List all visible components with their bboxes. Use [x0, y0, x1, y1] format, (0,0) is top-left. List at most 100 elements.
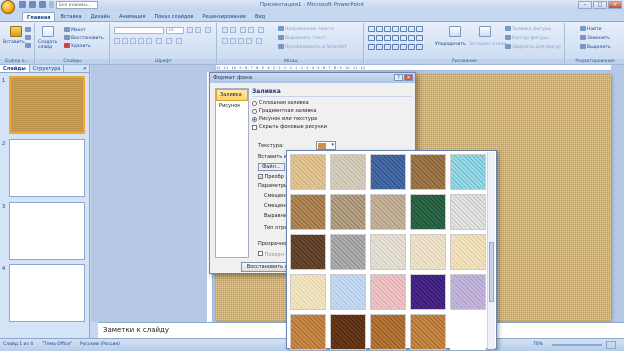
line-spacing-button[interactable] [258, 27, 264, 33]
reset-button[interactable]: Восстановить [64, 35, 104, 42]
select-button[interactable]: Выделить [580, 44, 611, 51]
slide-thumbnail-1[interactable] [9, 76, 85, 134]
case-button[interactable] [166, 38, 172, 44]
shapes-gallery[interactable] [368, 26, 426, 52]
shape-icon[interactable] [376, 26, 383, 32]
columns-button[interactable] [256, 38, 262, 44]
zoom-level[interactable]: 70% [533, 342, 543, 347]
shape-icon[interactable] [416, 44, 423, 50]
align-left-button[interactable] [222, 38, 228, 44]
radio-button[interactable] [252, 100, 257, 106]
texture-blank[interactable] [450, 314, 486, 350]
new-slide-button[interactable]: Создать слайд [38, 40, 62, 50]
shape-icon[interactable] [384, 35, 391, 41]
texture-bouquet[interactable] [450, 274, 486, 310]
bullets-button[interactable] [222, 27, 228, 33]
numbering-button[interactable] [230, 27, 236, 33]
slide-thumbnail-3[interactable] [9, 202, 85, 260]
radio-button[interactable] [252, 116, 257, 122]
checkbox[interactable]: ✓ [258, 174, 263, 179]
texture-dropdown[interactable]: ▾ [316, 141, 336, 150]
shadow-button[interactable] [146, 38, 152, 44]
shape-effects-button[interactable]: Эффекты для фигур [505, 44, 561, 51]
solid-fill-option[interactable]: Сплошная заливка [252, 99, 412, 107]
shape-icon[interactable] [408, 44, 415, 50]
tab-slides[interactable]: Слайды [0, 65, 30, 72]
nav-picture[interactable]: Рисунок [216, 101, 248, 111]
align-center-button[interactable] [230, 38, 236, 44]
font-size-combo[interactable]: 18 [166, 27, 184, 34]
shape-icon[interactable] [368, 44, 375, 50]
clear-format-button[interactable] [205, 27, 211, 33]
slide-thumbnail-2[interactable] [9, 139, 85, 197]
underline-button[interactable] [130, 38, 136, 44]
shape-icon[interactable] [392, 26, 399, 32]
texture-sand[interactable] [370, 194, 406, 230]
layout-button[interactable]: Макет [64, 27, 86, 34]
texture-pink-tissue[interactable] [370, 274, 406, 310]
shape-icon[interactable] [376, 35, 383, 41]
shape-icon[interactable] [408, 35, 415, 41]
texture-green-marble[interactable] [410, 194, 446, 230]
fit-window-icon[interactable] [606, 341, 616, 349]
texture-white-marble[interactable] [450, 194, 486, 230]
texture-paper-bag[interactable] [290, 194, 326, 230]
texture-papyrus[interactable] [290, 154, 326, 190]
shape-icon[interactable] [384, 26, 391, 32]
texture-granite[interactable] [330, 234, 366, 270]
decrease-indent-button[interactable] [240, 27, 246, 33]
texture-brown-marble[interactable] [290, 234, 326, 270]
shape-icon[interactable] [376, 44, 383, 50]
shape-icon[interactable] [416, 35, 423, 41]
hide-background-option[interactable]: Скрыть фоновые рисунки [252, 123, 412, 131]
cut-icon[interactable] [25, 27, 31, 32]
shape-fill-button[interactable]: Заливка фигуры [505, 26, 551, 33]
close-pane-icon[interactable]: × [83, 65, 87, 73]
gradient-fill-option[interactable]: Градиентная заливка [252, 107, 412, 115]
delete-slide-button[interactable]: Удалить [64, 43, 91, 50]
texture-walnut[interactable] [330, 314, 366, 350]
picture-texture-option[interactable]: Рисунок или текстура [252, 115, 412, 123]
font-name-combo[interactable] [114, 27, 164, 34]
arrange-button[interactable]: Упорядочить [435, 42, 466, 48]
texture-oak[interactable] [370, 314, 406, 350]
shape-icon[interactable] [392, 35, 399, 41]
shape-icon[interactable] [400, 44, 407, 50]
texture-purple-mesh[interactable] [410, 274, 446, 310]
quick-styles-button[interactable]: Экспресс-стили [469, 42, 506, 48]
align-text-button[interactable]: Выровнять текст [278, 35, 325, 42]
shape-icon[interactable] [400, 26, 407, 32]
copy-icon[interactable] [25, 35, 31, 40]
paste-button[interactable]: Вставить [3, 40, 25, 46]
increase-indent-button[interactable] [248, 27, 254, 33]
texture-newsprint[interactable] [370, 234, 406, 270]
minimize-button[interactable]: – [578, 1, 592, 9]
shape-icon[interactable] [408, 26, 415, 32]
texture-parchment[interactable] [450, 234, 486, 270]
slide-thumbnail-4[interactable] [9, 264, 85, 322]
justify-button[interactable] [246, 38, 252, 44]
new-slide-icon[interactable] [42, 26, 54, 37]
quick-styles-icon[interactable] [479, 26, 491, 37]
checkbox[interactable] [258, 251, 263, 256]
strike-button[interactable] [138, 38, 144, 44]
paste-icon[interactable] [10, 26, 22, 37]
arrange-icon[interactable] [449, 26, 461, 37]
replace-button[interactable]: Заменить [580, 35, 610, 42]
shape-icon[interactable] [368, 26, 375, 32]
text-direction-button[interactable]: Направление текста [278, 26, 334, 33]
font-color-button[interactable] [176, 38, 182, 44]
zoom-slider[interactable] [552, 344, 602, 346]
scrollbar-thumb[interactable] [489, 242, 494, 302]
texture-blue-tissue[interactable] [330, 274, 366, 310]
texture-medium-wood[interactable] [410, 314, 446, 350]
language[interactable]: Русский (Россия) [80, 342, 120, 347]
texture-denim[interactable] [370, 154, 406, 190]
maximize-button[interactable]: □ [593, 1, 607, 9]
smartart-button[interactable]: Преобразовать в SmartArt [278, 44, 347, 51]
gallery-scrollbar[interactable] [487, 152, 495, 349]
file-button[interactable]: Файл... [258, 163, 285, 171]
spacing-button[interactable] [156, 38, 162, 44]
bold-button[interactable] [114, 38, 120, 44]
shape-outline-button[interactable]: Контур фигуры [505, 35, 549, 42]
